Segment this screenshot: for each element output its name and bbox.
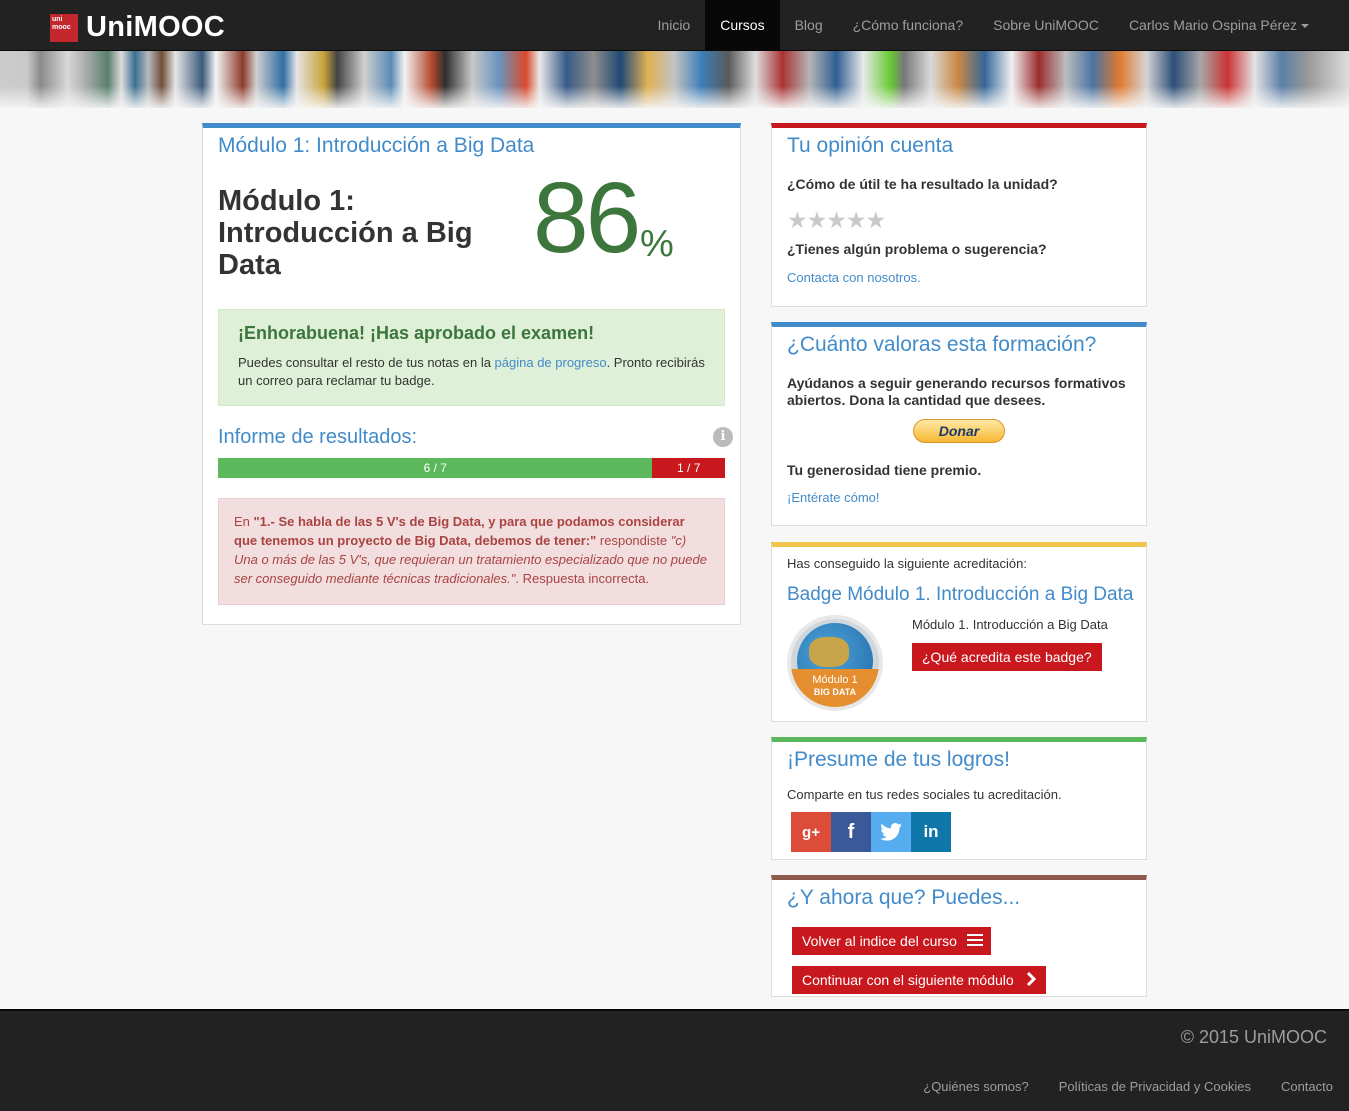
user-name: Carlos Mario Ospina Pérez [1128,17,1297,33]
panel-title: Módulo 1: Introducción a Big Data [218,134,535,157]
share-title: ¡Presume de tus logros! [787,748,1010,771]
badge-img-line1: Módulo 1 [812,674,858,686]
donate-button[interactable]: Donar [913,419,1005,443]
next-module-label: Continuar con el siguiente módulo [802,972,1014,988]
results-progress-bar: 6 / 7 1 / 7 [218,458,725,478]
nav-item-sobre[interactable]: Sobre UniMOOC [978,0,1114,50]
brand-logo: uni mooc [50,13,78,42]
donation-panel: ¿Cuánto valoras esta formación? Ayúdanos… [771,322,1147,526]
footer-link-privacidad[interactable]: Políticas de Privacidad y Cookies [1059,1079,1251,1094]
footer-links: ¿Quiénes somos? Políticas de Privacidad … [893,1079,1333,1094]
badge-image: Módulo 1 BIG DATA [787,615,883,711]
success-alert: ¡Enhorabuena! ¡Has aprobado el examen! P… [218,309,725,406]
share-text: Comparte en tus redes sociales tu acredi… [787,787,1062,802]
footer-link-quienes-somos[interactable]: ¿Quiénes somos? [923,1079,1029,1094]
social-buttons: g+ f in [791,812,951,852]
exam-result-panel: Módulo 1: Introducción a Big Data Módulo… [202,123,741,625]
error-suffix: . Respuesta incorrecta. [515,571,650,586]
star-rating[interactable]: ★★★★★ [787,207,886,234]
nav-item-cursos[interactable]: Cursos [705,0,780,50]
success-text-1: Puedes consultar el resto de tus notas e… [238,355,495,370]
donation-title: ¿Cuánto valoras esta formación? [787,333,1097,356]
badge-info-button[interactable]: ¿Qué acredita este badge? [912,643,1102,671]
donation-prize: Tu generosidad tiene premio. [787,462,982,478]
badge-land-shape [809,637,849,667]
error-prefix: En [234,514,254,529]
score-unit: % [640,223,674,265]
brand[interactable]: uni mooc UniMOOC [50,11,225,44]
incorrect-answer-alert: En "1.- Se habla de las 5 V's de Big Dat… [218,498,725,605]
opinion-title: Tu opinión cuenta [787,134,954,157]
nav-item-inicio[interactable]: Inicio [643,0,706,50]
info-icon[interactable]: i [713,427,733,447]
top-navbar: uni mooc UniMOOC Inicio Cursos Blog ¿Cóm… [0,0,1349,51]
badge-img-line2: BIG DATA [813,687,857,697]
main-nav: Inicio Cursos Blog ¿Cómo funciona? Sobre… [643,0,1324,50]
chevron-right-icon [1026,967,1036,995]
nav-item-como-funciona[interactable]: ¿Cómo funciona? [838,0,979,50]
badge-description: Módulo 1. Introducción a Big Data [912,617,1108,632]
footer-link-contacto[interactable]: Contacto [1281,1079,1333,1094]
usefulness-question: ¿Cómo de útil te ha resultado la unidad? [787,176,1058,192]
badge-title[interactable]: Badge Módulo 1. Introducción a Big Data [787,584,1133,606]
list-icon [966,928,983,956]
correct-bar: 6 / 7 [218,458,653,478]
incorrect-bar: 1 / 7 [652,458,725,478]
donation-text: Ayúdanos a seguir generando recursos for… [787,375,1126,408]
success-text: Puedes consultar el resto de tus notas e… [238,354,705,390]
progress-page-link[interactable]: página de progreso [495,355,607,370]
caret-down-icon [1301,24,1309,29]
opinion-panel: Tu opinión cuenta ¿Cómo de útil te ha re… [771,123,1147,307]
next-module-button[interactable]: Continuar con el siguiente módulo [792,966,1046,994]
problem-question: ¿Tienes algún problema o sugerencia? [787,241,1047,257]
results-title: Informe de resultados: [218,426,417,448]
course-index-label: Volver al indice del curso [802,933,957,949]
user-menu[interactable]: Carlos Mario Ospina Pérez [1114,0,1324,50]
next-steps-title: ¿Y ahora que? Puedes... [787,886,1021,909]
brand-name: UniMOOC [86,11,226,43]
footer: © 2015 UniMOOC ¿Quiénes somos? Políticas… [0,1009,1349,1111]
nav-item-blog[interactable]: Blog [780,0,838,50]
google-plus-icon[interactable]: g+ [791,812,831,852]
badge-intro: Has conseguido la siguiente acreditación… [787,556,1027,571]
find-out-link[interactable]: ¡Entérate cómo! [787,490,880,505]
score-value: 86 [533,162,641,274]
error-mid: respondiste [596,533,671,548]
twitter-icon[interactable] [871,812,911,852]
header-banner [0,51,1349,108]
next-steps-panel: ¿Y ahora que? Puedes... Volver al indice… [771,875,1147,997]
linkedin-icon[interactable]: in [911,812,951,852]
facebook-icon[interactable]: f [831,812,871,852]
module-title: Módulo 1: Introducción a Big Data [218,185,473,281]
success-title: ¡Enhorabuena! ¡Has aprobado el examen! [238,323,595,343]
course-index-button[interactable]: Volver al indice del curso [792,927,991,955]
badge-band: Módulo 1 BIG DATA [791,669,879,707]
badge-panel: Has conseguido la siguiente acreditación… [771,542,1147,722]
share-panel: ¡Presume de tus logros! Comparte en tus … [771,737,1147,860]
contact-link[interactable]: Contacta con nosotros. [787,270,921,285]
copyright: © 2015 UniMOOC [1180,1027,1327,1047]
